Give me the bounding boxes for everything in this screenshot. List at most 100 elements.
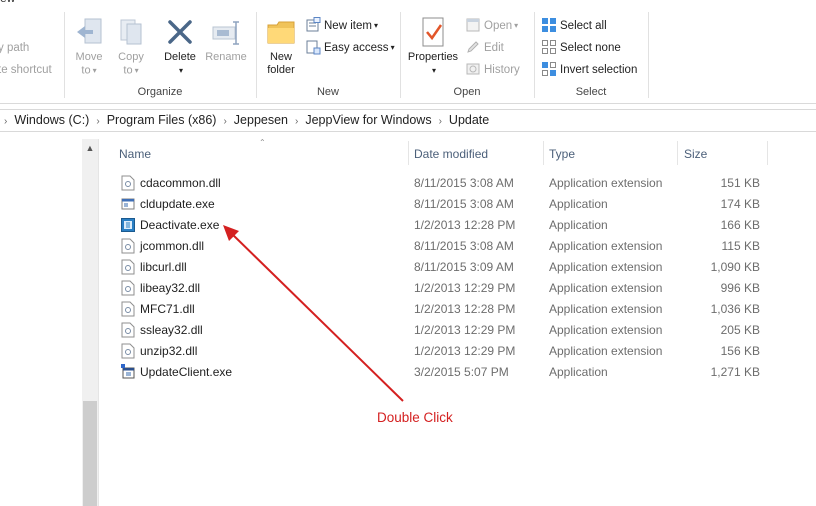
new-item-icon <box>306 17 321 32</box>
column-headers: ⌃ Name Date modified Type Size <box>99 138 816 167</box>
file-type: Application <box>549 218 608 232</box>
column-separator[interactable] <box>408 141 409 165</box>
file-name: ssleay32.dll <box>140 323 203 337</box>
dll-icon <box>121 259 135 275</box>
easy-access-label: Easy access <box>324 42 389 55</box>
file-size: 174 KB <box>720 197 760 211</box>
file-size: 166 KB <box>720 218 760 232</box>
annotation-text: Double Click <box>377 410 453 425</box>
copy-to-button[interactable]: Copy to ▾ <box>113 16 149 77</box>
rename-icon <box>212 21 239 45</box>
dll-icon <box>121 343 135 359</box>
file-row[interactable]: cdacommon.dll 8/11/2015 3:08 AM Applicat… <box>99 172 816 193</box>
invert-selection-button[interactable]: Invert selection <box>541 60 637 80</box>
select-all-icon <box>542 17 556 32</box>
file-type: Application extension <box>549 176 663 190</box>
file-row[interactable]: ssleay32.dll 1/2/2013 12:29 PM Applicati… <box>99 319 816 340</box>
breadcrumb-item[interactable]: Program Files (x86) <box>104 113 220 127</box>
file-date: 1/2/2013 12:29 PM <box>414 281 516 295</box>
delete-button[interactable]: Delete ▾ <box>160 16 200 77</box>
address-bar[interactable]: › Windows (C:) › Program Files (x86) › Jeppes… <box>0 109 816 132</box>
select-group: Select all Select none Invert selection … <box>535 10 647 102</box>
file-row[interactable]: Deactivate.exe 1/2/2013 12:28 PM Applica… <box>99 214 816 235</box>
breadcrumb-item[interactable]: Jeppesen <box>231 113 291 127</box>
edit-button[interactable]: Edit <box>465 38 504 58</box>
file-row[interactable]: unzip32.dll 1/2/2013 12:29 PM Applicatio… <box>99 340 816 361</box>
history-button[interactable]: History <box>465 60 520 80</box>
column-header-name[interactable]: Name <box>119 147 151 161</box>
file-name: libcurl.dll <box>140 260 187 274</box>
new-folder-label-2: folder <box>267 64 295 76</box>
group-separator <box>648 12 649 98</box>
select-group-label: Select <box>575 86 607 98</box>
breadcrumb-item[interactable]: Update <box>446 113 492 127</box>
file-date: 1/2/2013 12:28 PM <box>414 302 516 316</box>
breadcrumb: › Windows (C:) › Program Files (x86) › Jeppes… <box>4 113 492 127</box>
organize-group-label: Organize <box>137 86 183 98</box>
breadcrumb-item[interactable]: JeppView for Windows <box>302 113 434 127</box>
copy-path-label: y path <box>0 42 30 54</box>
dll-icon <box>121 280 135 296</box>
file-row[interactable]: UpdateClient.exe 3/2/2015 5:07 PM Applic… <box>99 361 816 382</box>
copy-path-button[interactable]: y path <box>0 38 29 58</box>
navigation-scrollbar[interactable]: ▲ <box>82 139 98 506</box>
file-name: libeay32.dll <box>140 281 201 295</box>
new-folder-button[interactable]: New folder <box>263 16 299 77</box>
file-date: 1/2/2013 12:29 PM <box>414 323 516 337</box>
invert-selection-icon <box>542 61 556 76</box>
paste-shortcut-label: te shortcut <box>0 64 52 76</box>
window-title-fragment: ew <box>0 0 15 5</box>
file-size: 1,090 KB <box>710 260 760 274</box>
column-separator[interactable] <box>677 141 678 165</box>
open-group-label: Open <box>453 86 481 98</box>
new-item-button[interactable]: New item ▾ <box>305 16 378 36</box>
column-header-date[interactable]: Date modified <box>414 147 488 161</box>
rename-button[interactable]: Rename <box>203 16 249 64</box>
file-size: 1,036 KB <box>710 302 760 316</box>
open-icon <box>466 18 480 32</box>
new-folder-label-1: New <box>269 51 292 63</box>
file-row[interactable]: MFC71.dll 1/2/2013 12:28 PM Application … <box>99 298 816 319</box>
dll-icon <box>121 238 135 254</box>
column-header-size[interactable]: Size <box>684 147 707 161</box>
select-all-button[interactable]: Select all <box>541 16 607 36</box>
paste-shortcut-button[interactable]: te shortcut <box>0 60 52 80</box>
new-group: New folder New item ▾ Easy access ▾ New <box>257 10 399 102</box>
select-none-button[interactable]: Select none <box>541 38 621 58</box>
breadcrumb-separator-icon: › <box>96 116 100 127</box>
dll-icon <box>121 301 135 317</box>
open-label: Open <box>484 20 513 33</box>
rename-label: Rename <box>205 51 247 63</box>
file-date: 8/11/2015 3:09 AM <box>414 260 514 274</box>
navigation-pane[interactable] <box>0 139 82 506</box>
new-folder-icon <box>267 21 295 44</box>
file-type: Application extension <box>549 239 663 253</box>
file-size: 1,271 KB <box>710 365 760 379</box>
file-name: Deactivate.exe <box>140 218 220 232</box>
easy-access-button[interactable]: Easy access ▾ <box>305 38 395 58</box>
file-name: MFC71.dll <box>140 302 195 316</box>
move-to-button[interactable]: Move to ▾ <box>71 16 107 77</box>
file-row[interactable]: cldupdate.exe 8/11/2015 3:08 AM Applicat… <box>99 193 816 214</box>
file-date: 8/11/2015 3:08 AM <box>414 176 514 190</box>
breadcrumb-separator-icon: › <box>295 116 299 127</box>
file-name: cldupdate.exe <box>140 197 215 211</box>
select-none-label: Select none <box>560 42 621 54</box>
breadcrumb-item[interactable]: Windows (C:) <box>11 113 92 127</box>
scrollbar-thumb[interactable] <box>83 401 97 506</box>
scroll-up-arrow-icon[interactable]: ▲ <box>82 143 98 157</box>
select-none-icon <box>542 39 556 54</box>
file-row[interactable]: libeay32.dll 1/2/2013 12:29 PM Applicati… <box>99 277 816 298</box>
properties-button[interactable]: Properties ▾ <box>405 16 461 77</box>
column-separator[interactable] <box>767 141 768 165</box>
open-button[interactable]: Open ▾ <box>465 16 518 36</box>
file-row[interactable]: jcommon.dll 8/11/2015 3:08 AM Applicatio… <box>99 235 816 256</box>
edit-icon <box>467 41 479 53</box>
invert-selection-label: Invert selection <box>560 64 638 76</box>
column-separator[interactable] <box>543 141 544 165</box>
column-header-type[interactable]: Type <box>549 147 575 161</box>
copy-to-label-2: to <box>123 64 133 77</box>
breadcrumb-separator-icon: › <box>4 116 8 127</box>
file-row[interactable]: libcurl.dll 8/11/2015 3:09 AM Applicatio… <box>99 256 816 277</box>
breadcrumb-separator-icon: › <box>438 116 442 127</box>
